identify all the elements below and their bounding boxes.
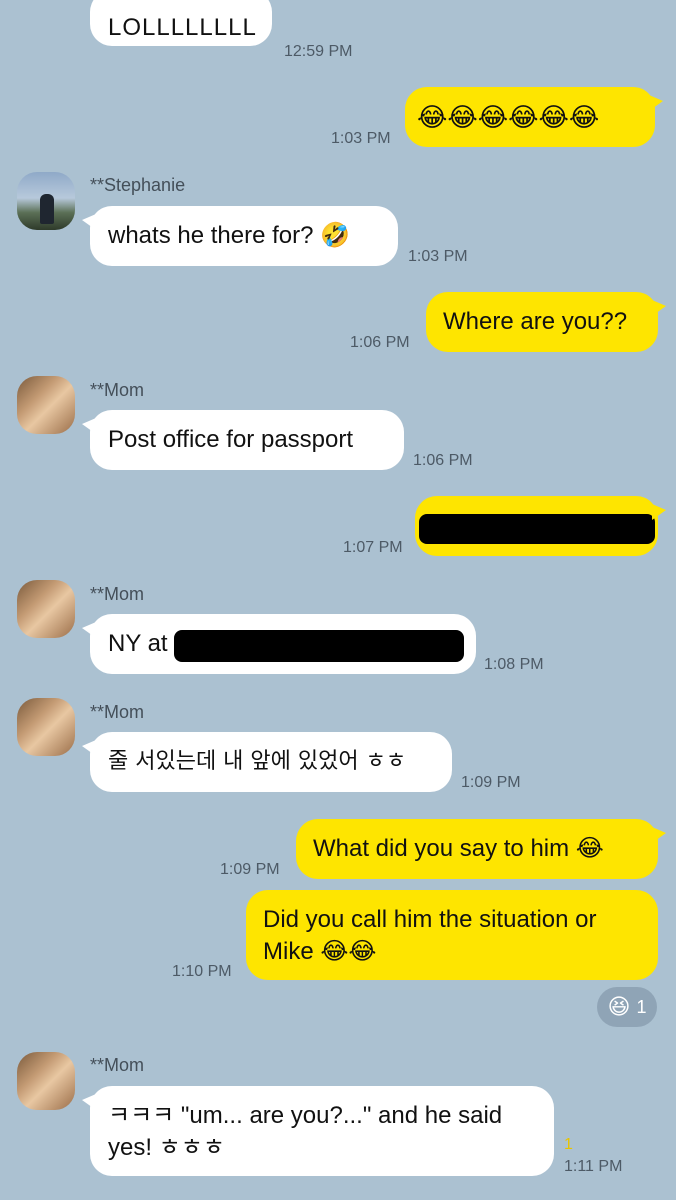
message-text: Where are you?? [443, 308, 628, 335]
message-text: Did you call him the situation or [263, 906, 597, 933]
avatar[interactable] [17, 1052, 75, 1110]
avatar[interactable] [17, 172, 75, 230]
message-time: 1:06 PM [350, 334, 410, 351]
grinning-emoji-icon: 😆 [607, 994, 631, 1019]
avatar-person-figure [40, 194, 54, 224]
message-bubble[interactable]: Did you call him the situation or Mike 😂… [246, 890, 658, 980]
message-bubble[interactable]: Where are you?? [426, 292, 666, 352]
avatar[interactable] [17, 698, 75, 756]
sender-name: **Mom [90, 702, 145, 722]
message-text: Mike 😂😂 [263, 938, 377, 965]
redacted-text [419, 514, 655, 544]
message-time: 1:09 PM [220, 861, 280, 878]
message-bubble[interactable]: LOLLLLLLLL [90, 0, 272, 46]
message-text: ㅋㅋㅋ "um... are you?..." and he said [108, 1102, 503, 1129]
message-text: yes! ㅎㅎㅎ [108, 1134, 225, 1161]
message-time: 1:08 PM [484, 656, 544, 673]
message-time: 1:03 PM [408, 248, 468, 265]
sender-name: **Mom [90, 380, 145, 400]
message-text: NY at [108, 630, 168, 657]
message-time: 12:59 PM [284, 43, 353, 60]
message-text: What did you say to him 😂 [313, 835, 604, 862]
message-bubble[interactable] [415, 496, 666, 556]
message-bubble[interactable]: ㅋㅋㅋ "um... are you?..." and he said yes!… [82, 1086, 554, 1176]
message-time: 1:06 PM [413, 452, 473, 469]
message-text: whats he there for? 🤣 [108, 222, 351, 249]
message-text: Post office for passport [108, 426, 354, 453]
message-text: 줄 서있는데 내 앞에 있었어 ㅎㅎ [108, 749, 407, 774]
sender-name: **Stephanie [90, 175, 186, 195]
redacted-text [174, 630, 464, 662]
sender-name: **Mom [90, 584, 145, 604]
avatar[interactable] [17, 580, 75, 638]
message-time: 1:03 PM [331, 130, 391, 147]
message-bubble[interactable]: 😂😂😂😂😂😂 [405, 87, 663, 147]
message-bubble[interactable]: NY at [82, 614, 476, 674]
message-text: LOLLLLLLLL [108, 14, 257, 41]
message-time: 1:10 PM [172, 963, 232, 980]
message-bubble[interactable]: whats he there for? 🤣 [82, 206, 398, 266]
message-time: 1:07 PM [343, 539, 403, 556]
unread-count: 1 [564, 1136, 573, 1153]
message-bubble[interactable]: Post office for passport [82, 410, 404, 470]
reaction-badge[interactable]: 😆 1 [597, 987, 657, 1027]
message-bubble[interactable]: What did you say to him 😂 [296, 819, 666, 879]
avatar[interactable] [17, 376, 75, 434]
laughing-emoji-group: 😂😂😂😂😂😂 [417, 102, 600, 132]
message-time: 1:11 PM [564, 1158, 623, 1175]
sender-name: **Mom [90, 1055, 145, 1075]
reaction-count: 1 [636, 996, 647, 1017]
message-bubble[interactable]: 줄 서있는데 내 앞에 있었어 ㅎㅎ [82, 732, 452, 792]
message-time: 1:09 PM [461, 774, 521, 791]
